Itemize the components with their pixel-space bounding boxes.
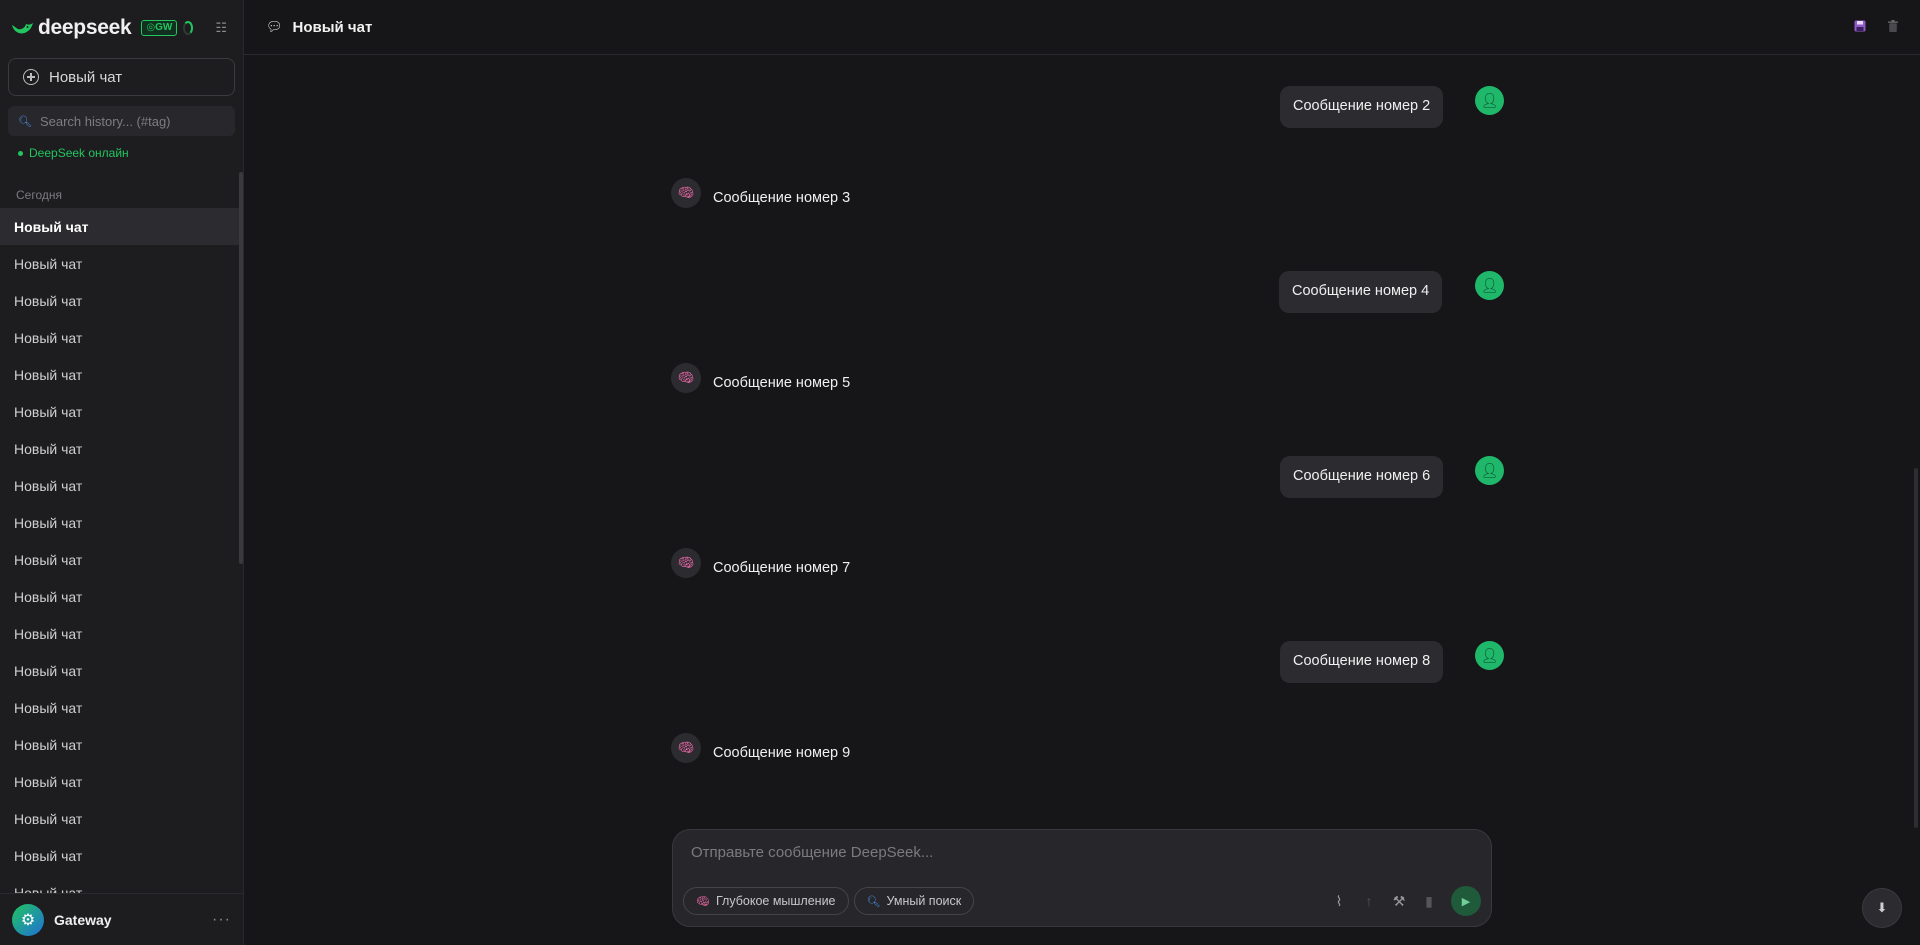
assistant-message-text: Сообщение номер 3: [713, 190, 851, 206]
app-root: deepseek ◎GW ☷ Новый чат 🔍︎ DeepSeek онл…: [0, 0, 1920, 945]
user-name: Gateway: [54, 911, 112, 928]
history-item[interactable]: Новый чат: [0, 578, 243, 615]
assistant-message-text: Сообщение номер 7: [713, 560, 851, 576]
history-list: Новый чат Новый чат Новый чат Новый чат …: [0, 208, 243, 893]
arrow-down-icon: ⬇︎: [1876, 900, 1888, 915]
brain-icon: 🧠︎: [671, 733, 701, 763]
user-message: Сообщение номер 2: [1280, 86, 1444, 128]
person-icon: 👤︎: [1475, 86, 1504, 115]
history-item[interactable]: Новый чат: [0, 393, 243, 430]
send-button[interactable]: ▶: [1451, 886, 1481, 916]
chat-header: 💬︎ Новый чат: [244, 0, 1920, 55]
person-icon: 👤︎: [1475, 456, 1504, 485]
message-input[interactable]: [691, 844, 1471, 868]
sidebar: deepseek ◎GW ☷ Новый чат 🔍︎ DeepSeek онл…: [0, 0, 244, 945]
chat-main: 💬︎ Новый чат Сообщение номер 2 👤︎ 🧠︎ Соо…: [244, 0, 1920, 945]
deep-thinking-toggle[interactable]: 🧠︎ Глубокое мышление: [683, 887, 849, 915]
assistant-message: 🧠︎ Сообщение номер 9: [671, 733, 850, 763]
user-message: Сообщение номер 4: [1279, 271, 1443, 313]
chat-scrollbar[interactable]: [1914, 468, 1918, 828]
brain-icon: 🧠︎: [696, 895, 710, 908]
gear-icon: ⚙: [20, 911, 36, 929]
gw-badge-label: GW: [155, 22, 173, 33]
new-chat-label: Новый чат: [49, 68, 123, 86]
history-item[interactable]: Новый чат: [0, 430, 243, 467]
search-icon: 🔍︎: [866, 895, 881, 908]
history-item[interactable]: Новый чат: [0, 689, 243, 726]
header-actions: [1854, 19, 1898, 35]
trash-icon[interactable]: [1888, 19, 1898, 35]
paperclip-icon[interactable]: ⌇: [1331, 893, 1347, 910]
smart-search-label: Умный поиск: [886, 894, 962, 908]
history-search[interactable]: 🔍︎: [8, 106, 235, 136]
history-item[interactable]: Новый чат: [0, 504, 243, 541]
history-item[interactable]: Новый чат: [0, 726, 243, 763]
assistant-message: 🧠︎ Сообщение номер 3: [671, 178, 850, 208]
history-item[interactable]: Новый чат: [0, 837, 243, 874]
deep-thinking-label: Глубокое мышление: [715, 894, 836, 908]
composer-tools: ⌇ ↑ ⚒ ▮ ▶: [1331, 886, 1481, 916]
user-message: Сообщение номер 8: [1280, 641, 1444, 683]
history-search-input[interactable]: [39, 113, 220, 129]
send-icon: ▶: [1461, 895, 1471, 908]
assistant-message-text: Сообщение номер 9: [713, 745, 851, 761]
history-item[interactable]: Новый чат: [0, 874, 243, 894]
history-item[interactable]: Новый чат: [0, 319, 243, 356]
floppy-disk-icon[interactable]: [1854, 20, 1866, 35]
whale-icon: [10, 19, 34, 37]
speech-bubble-icon: 💬︎: [266, 19, 283, 34]
search-icon: 🔍︎: [18, 115, 32, 128]
hammer-icon[interactable]: ⚒: [1391, 893, 1407, 910]
page-title: Новый чат: [292, 18, 373, 36]
assistant-message-text: Сообщение номер 5: [713, 375, 851, 391]
plus-circle-icon: [23, 69, 39, 85]
history-item[interactable]: Новый чат: [0, 800, 243, 837]
sidebar-header: deepseek ◎GW ☷: [0, 0, 243, 56]
loading-spinner-icon: [183, 21, 194, 35]
connection-status-text: DeepSeek онлайн: [29, 146, 129, 160]
brand-logo[interactable]: deepseek ◎GW: [10, 16, 178, 40]
more-options-icon[interactable]: ···: [212, 911, 231, 929]
user-panel: ⚙ Gateway ···: [0, 893, 243, 945]
status-dot-icon: [18, 150, 23, 156]
message-composer: 🧠︎ Глубокое мышление 🔍︎ Умный поиск ⌇ ↑ …: [672, 829, 1492, 927]
history-item[interactable]: Новый чат: [0, 652, 243, 689]
person-icon: 👤︎: [1475, 271, 1504, 300]
history-item[interactable]: Новый чат: [0, 615, 243, 652]
assistant-message: 🧠︎ Сообщение номер 5: [671, 363, 850, 393]
stop-icon[interactable]: ▮: [1421, 893, 1437, 910]
new-chat-button[interactable]: Новый чат: [8, 58, 235, 96]
connection-status: DeepSeek онлайн: [18, 146, 243, 160]
history-item[interactable]: Новый чат: [0, 245, 243, 282]
sidebar-scrollbar[interactable]: [239, 172, 243, 564]
scroll-down-button[interactable]: ⬇︎: [1862, 888, 1902, 928]
brain-icon: 🧠︎: [671, 548, 701, 578]
gw-badge: ◎GW: [141, 20, 178, 36]
composer-chips: 🧠︎ Глубокое мышление 🔍︎ Умный поиск: [683, 887, 975, 915]
layout-toggle-icon[interactable]: ☷: [215, 21, 227, 35]
upload-icon[interactable]: ↑: [1361, 893, 1377, 909]
user-message: Сообщение номер 6: [1280, 456, 1444, 498]
history-item[interactable]: Новый чат: [0, 541, 243, 578]
history-item[interactable]: Новый чат: [0, 208, 243, 245]
history-item[interactable]: Новый чат: [0, 356, 243, 393]
assistant-message: 🧠︎ Сообщение номер 7: [671, 548, 850, 578]
history-item[interactable]: Новый чат: [0, 282, 243, 319]
brain-icon: 🧠︎: [671, 178, 701, 208]
history-item[interactable]: Новый чат: [0, 467, 243, 504]
brain-icon: 🧠︎: [671, 363, 701, 393]
history-item[interactable]: Новый чат: [0, 763, 243, 800]
person-icon: 👤︎: [1475, 641, 1504, 670]
brand-name: deepseek: [38, 16, 132, 39]
history-section-today: Сегодня: [16, 188, 62, 202]
avatar[interactable]: ⚙: [12, 903, 44, 936]
smart-search-toggle[interactable]: 🔍︎ Умный поиск: [853, 887, 975, 915]
